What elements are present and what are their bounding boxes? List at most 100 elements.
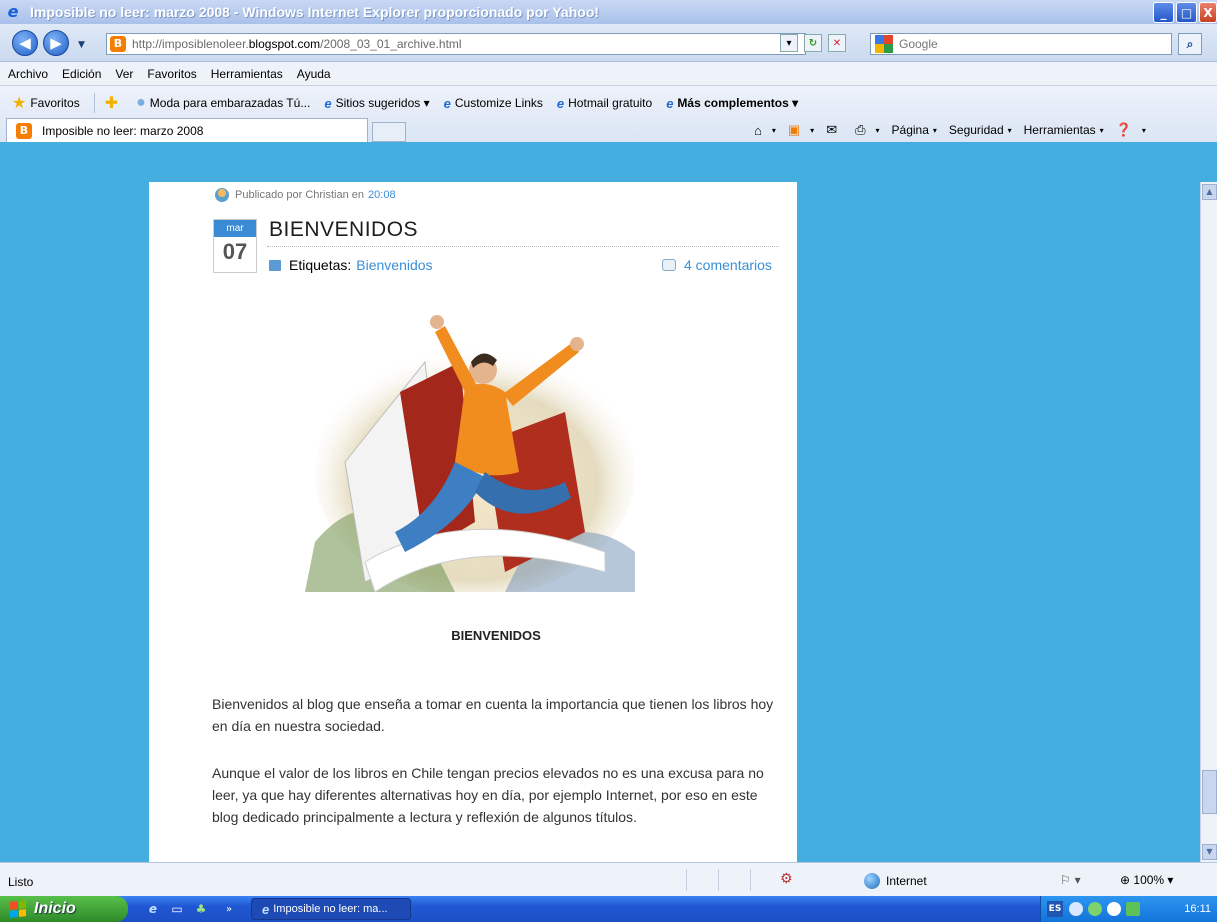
divider [93,93,95,113]
network-icon[interactable] [1126,902,1140,916]
language-indicator[interactable]: ES [1047,901,1063,917]
label-link[interactable]: Bienvenidos [356,257,432,273]
security-menu[interactable]: Seguridad ▾ [949,123,1012,137]
folder-icon [269,259,281,271]
refresh-icon[interactable]: ↻ [804,34,822,52]
post-paragraph: Aunque el valor de los libros en Chile t… [212,765,764,825]
address-toolbar: ◀ ▶ ▼ B http://imposiblenoleer.blogspot.… [0,24,1217,62]
ie-icon: e [443,95,451,111]
back-button[interactable]: ◀ [12,30,38,56]
protected-mode-icon[interactable]: ⚐ ▾ [1060,873,1081,887]
phishing-filter-icon[interactable]: ⚙ [780,871,793,887]
scroll-down-icon[interactable]: ▼ [1202,844,1217,860]
help-button[interactable]: ❓ ▾ [1116,122,1146,138]
author-icon [215,188,229,202]
favorite-link-complementos[interactable]: e Más complementos ▾ [666,96,798,111]
zoom-control[interactable]: ⊕ 100% ▾ [1120,873,1173,887]
scroll-thumb[interactable] [1202,770,1217,814]
favorites-bar: ★ Favoritos ✚ ● Moda para embarazadas Tú… [0,86,1217,142]
home-icon: ⌂ [754,122,762,138]
quicklaunch-ie-icon[interactable]: e [144,900,162,918]
feeds-button[interactable]: ▣ ▾ [788,122,814,138]
ie-icon: e [324,95,332,111]
blogger-favicon-icon: B [16,122,32,139]
maximize-button[interactable]: □ [1176,2,1197,23]
post-title[interactable]: BIENVENIDOS [269,218,418,242]
tray-arrow-icon[interactable] [1069,902,1083,916]
tab-label: Imposible no leer: marzo 2008 [42,123,204,138]
link-icon: ● [136,94,146,111]
reading-illustration [305,302,639,592]
search-placeholder: Google [899,37,938,51]
clock: 16:11 [1184,903,1211,915]
add-favorite-icon[interactable]: ✚ [105,93,122,113]
status-bar: Listo ⚙ Internet ⚐ ▾ ⊕ 100% ▾ [0,862,1217,896]
menu-ayuda[interactable]: Ayuda [297,67,331,81]
close-button[interactable]: X [1199,2,1217,23]
post-byline: Publicado por Christian en 20:08 [215,188,396,202]
help-icon: ❓ [1115,122,1132,137]
menu-favoritos[interactable]: Favoritos [147,67,196,81]
ie-icon: e [556,95,565,111]
favorite-link-sitios[interactable]: e Sitios sugeridos ▾ [324,96,429,111]
messenger-tray-icon[interactable] [1088,902,1102,916]
ie-logo-icon: e [7,2,19,21]
favorite-link-hotmail[interactable]: e Hotmail gratuito [557,96,652,111]
print-button[interactable]: ⎙ ▾ [855,122,879,138]
system-tray: ES 16:11 [1040,896,1217,922]
address-tools: ▾ ↻ ✕ [780,34,846,52]
show-desktop-icon[interactable]: ▭ [168,900,186,918]
search-icon[interactable]: ⌕ [1178,33,1202,55]
comments-link[interactable]: 4 comentarios [662,257,772,273]
start-button[interactable]: Inicio [0,896,128,922]
ie-icon: e [666,95,674,111]
menu-edicion[interactable]: Edición [62,67,101,81]
stop-icon[interactable]: ✕ [828,34,846,52]
taskbar-window-button[interactable]: e Imposible no leer: ma... [251,898,411,920]
google-icon [875,35,893,53]
post-paragraph: Bienvenidos al blog que enseña a tomar e… [212,696,774,734]
history-dropdown-icon[interactable]: ▼ [78,40,85,50]
new-tab-button[interactable] [372,122,406,142]
vertical-scrollbar[interactable]: ▲ ▼ [1200,182,1217,862]
address-input[interactable]: B http://imposiblenoleer.blogspot.com/20… [106,33,806,55]
date-month: mar [214,220,256,237]
favorites-button[interactable]: ★ Favoritos [12,93,80,113]
forward-button[interactable]: ▶ [43,30,69,56]
ie-icon: e [262,901,270,917]
divider [267,246,779,247]
windows-flag-icon [10,900,26,918]
address-dropdown-icon[interactable]: ▾ [780,34,798,52]
tab-active[interactable]: B Imposible no leer: marzo 2008 [6,118,368,142]
status-divider [718,869,719,891]
favorite-link-customize[interactable]: e Customize Links [444,96,543,111]
tools-menu[interactable]: Herramientas ▾ [1024,123,1104,137]
favorite-link-moda[interactable]: ● Moda para embarazadas Tú... [136,94,310,112]
window-controls: _ □ X [1153,2,1217,23]
page-menu[interactable]: Página ▾ [892,123,937,137]
scroll-up-icon[interactable]: ▲ [1202,184,1217,200]
status-text: Listo [8,875,34,889]
taskbar: Inicio e ▭ ♣ » e Imposible no leer: ma..… [0,896,1217,922]
star-icon: ★ [12,95,27,112]
url-text[interactable]: http://imposiblenoleer.blogspot.com/2008… [132,37,462,51]
menu-archivo[interactable]: Archivo [8,67,48,81]
minimize-button[interactable]: _ [1153,2,1174,23]
rss-icon: ▣ [787,122,801,137]
page-viewport: Publicado por Christian en 20:08 mar 07 … [0,142,1217,862]
search-input[interactable]: Google [870,33,1172,55]
comment-icon [662,259,676,271]
blogger-favicon-icon: B [110,36,126,52]
printer-icon: ⎙ [855,122,866,137]
security-zone[interactable]: Internet [864,873,927,889]
post-labels: Etiquetas: Bienvenidos [269,257,433,273]
messenger-icon[interactable]: ♣ [192,900,210,918]
menu-ver[interactable]: Ver [115,67,133,81]
menu-herramientas[interactable]: Herramientas [211,67,283,81]
mail-icon: ✉ [826,122,838,137]
home-button[interactable]: ⌂ ▾ [754,123,776,138]
post-time-link[interactable]: 20:08 [368,189,396,201]
volume-icon[interactable] [1107,902,1121,916]
chevron-right-icon[interactable]: » [220,900,238,918]
mail-button[interactable]: ✉ [826,122,843,138]
